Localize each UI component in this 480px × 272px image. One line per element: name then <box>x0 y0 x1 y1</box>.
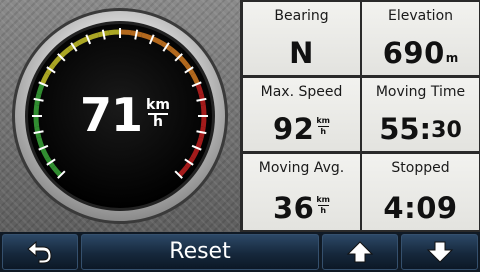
field-unit: km h <box>316 117 330 136</box>
speed-arc-segment <box>33 104 40 117</box>
field-moving-time[interactable]: Moving Time 55: 30 <box>362 78 479 151</box>
speed-arc-segment <box>108 29 121 36</box>
field-elevation[interactable]: Elevation 690 m <box>362 2 479 75</box>
speed-unit-top: km <box>146 97 170 113</box>
speedometer-panel: 71 km h <box>0 0 240 232</box>
field-label: Moving Avg. <box>258 160 345 176</box>
field-label: Max. Speed <box>260 84 343 100</box>
speed-arc-segment <box>141 32 154 41</box>
field-stopped[interactable]: Stopped 4:09 <box>362 154 479 230</box>
trip-computer-screen: 71 km h Bearing N Elevation 690 m Max. S… <box>0 0 480 272</box>
speed-arc-segment <box>119 29 132 36</box>
field-value: 4:09 <box>383 191 458 225</box>
data-fields-grid: Bearing N Elevation 690 m Max. Speed 92 … <box>240 0 480 232</box>
field-value: 36 <box>272 191 315 225</box>
current-speed-value: 71 <box>80 88 143 142</box>
speed-unit-bottom: h <box>152 114 163 130</box>
current-speed-unit: km h <box>146 97 170 130</box>
field-label: Stopped <box>391 160 450 176</box>
speed-arc-segment <box>86 32 99 41</box>
unit-bottom: h <box>320 127 327 136</box>
speed-arc-segment <box>33 115 40 128</box>
speed-arc-segment <box>195 137 204 150</box>
scroll-up-button[interactable] <box>322 234 398 270</box>
arrow-up-icon <box>346 241 374 263</box>
bottom-toolbar: Reset <box>0 232 480 272</box>
reset-button-label: Reset <box>169 239 231 264</box>
field-label: Bearing <box>274 8 329 24</box>
speed-arc-segment <box>200 104 207 117</box>
field-max-speed[interactable]: Max. Speed 92 km h <box>243 78 360 151</box>
field-value: 690 <box>382 36 445 70</box>
speed-arc-segment <box>36 82 45 95</box>
field-value-seconds: 30 <box>431 118 462 143</box>
field-value: N <box>289 36 314 70</box>
unit-top: km <box>316 116 330 125</box>
field-bearing[interactable]: Bearing N <box>243 2 360 75</box>
field-label: Elevation <box>387 8 454 24</box>
back-arrow-icon <box>27 240 52 264</box>
speed-arc-segment <box>36 137 45 150</box>
unit-top: km <box>316 195 330 204</box>
field-value: 92 <box>272 112 315 146</box>
field-unit: m <box>445 51 459 65</box>
arrow-down-icon <box>426 241 453 263</box>
field-value: 55: <box>379 112 432 146</box>
field-label: Moving Time <box>375 84 466 100</box>
field-unit: km h <box>316 196 330 215</box>
speed-arc-segment <box>195 82 204 95</box>
field-moving-avg[interactable]: Moving Avg. 36 km h <box>243 154 360 230</box>
scroll-down-button[interactable] <box>401 234 478 270</box>
unit-bottom: h <box>320 206 327 215</box>
current-speed: 71 km h <box>80 88 170 142</box>
speed-arc-segment <box>200 115 207 128</box>
reset-button[interactable]: Reset <box>81 234 319 270</box>
back-button[interactable] <box>2 234 78 270</box>
